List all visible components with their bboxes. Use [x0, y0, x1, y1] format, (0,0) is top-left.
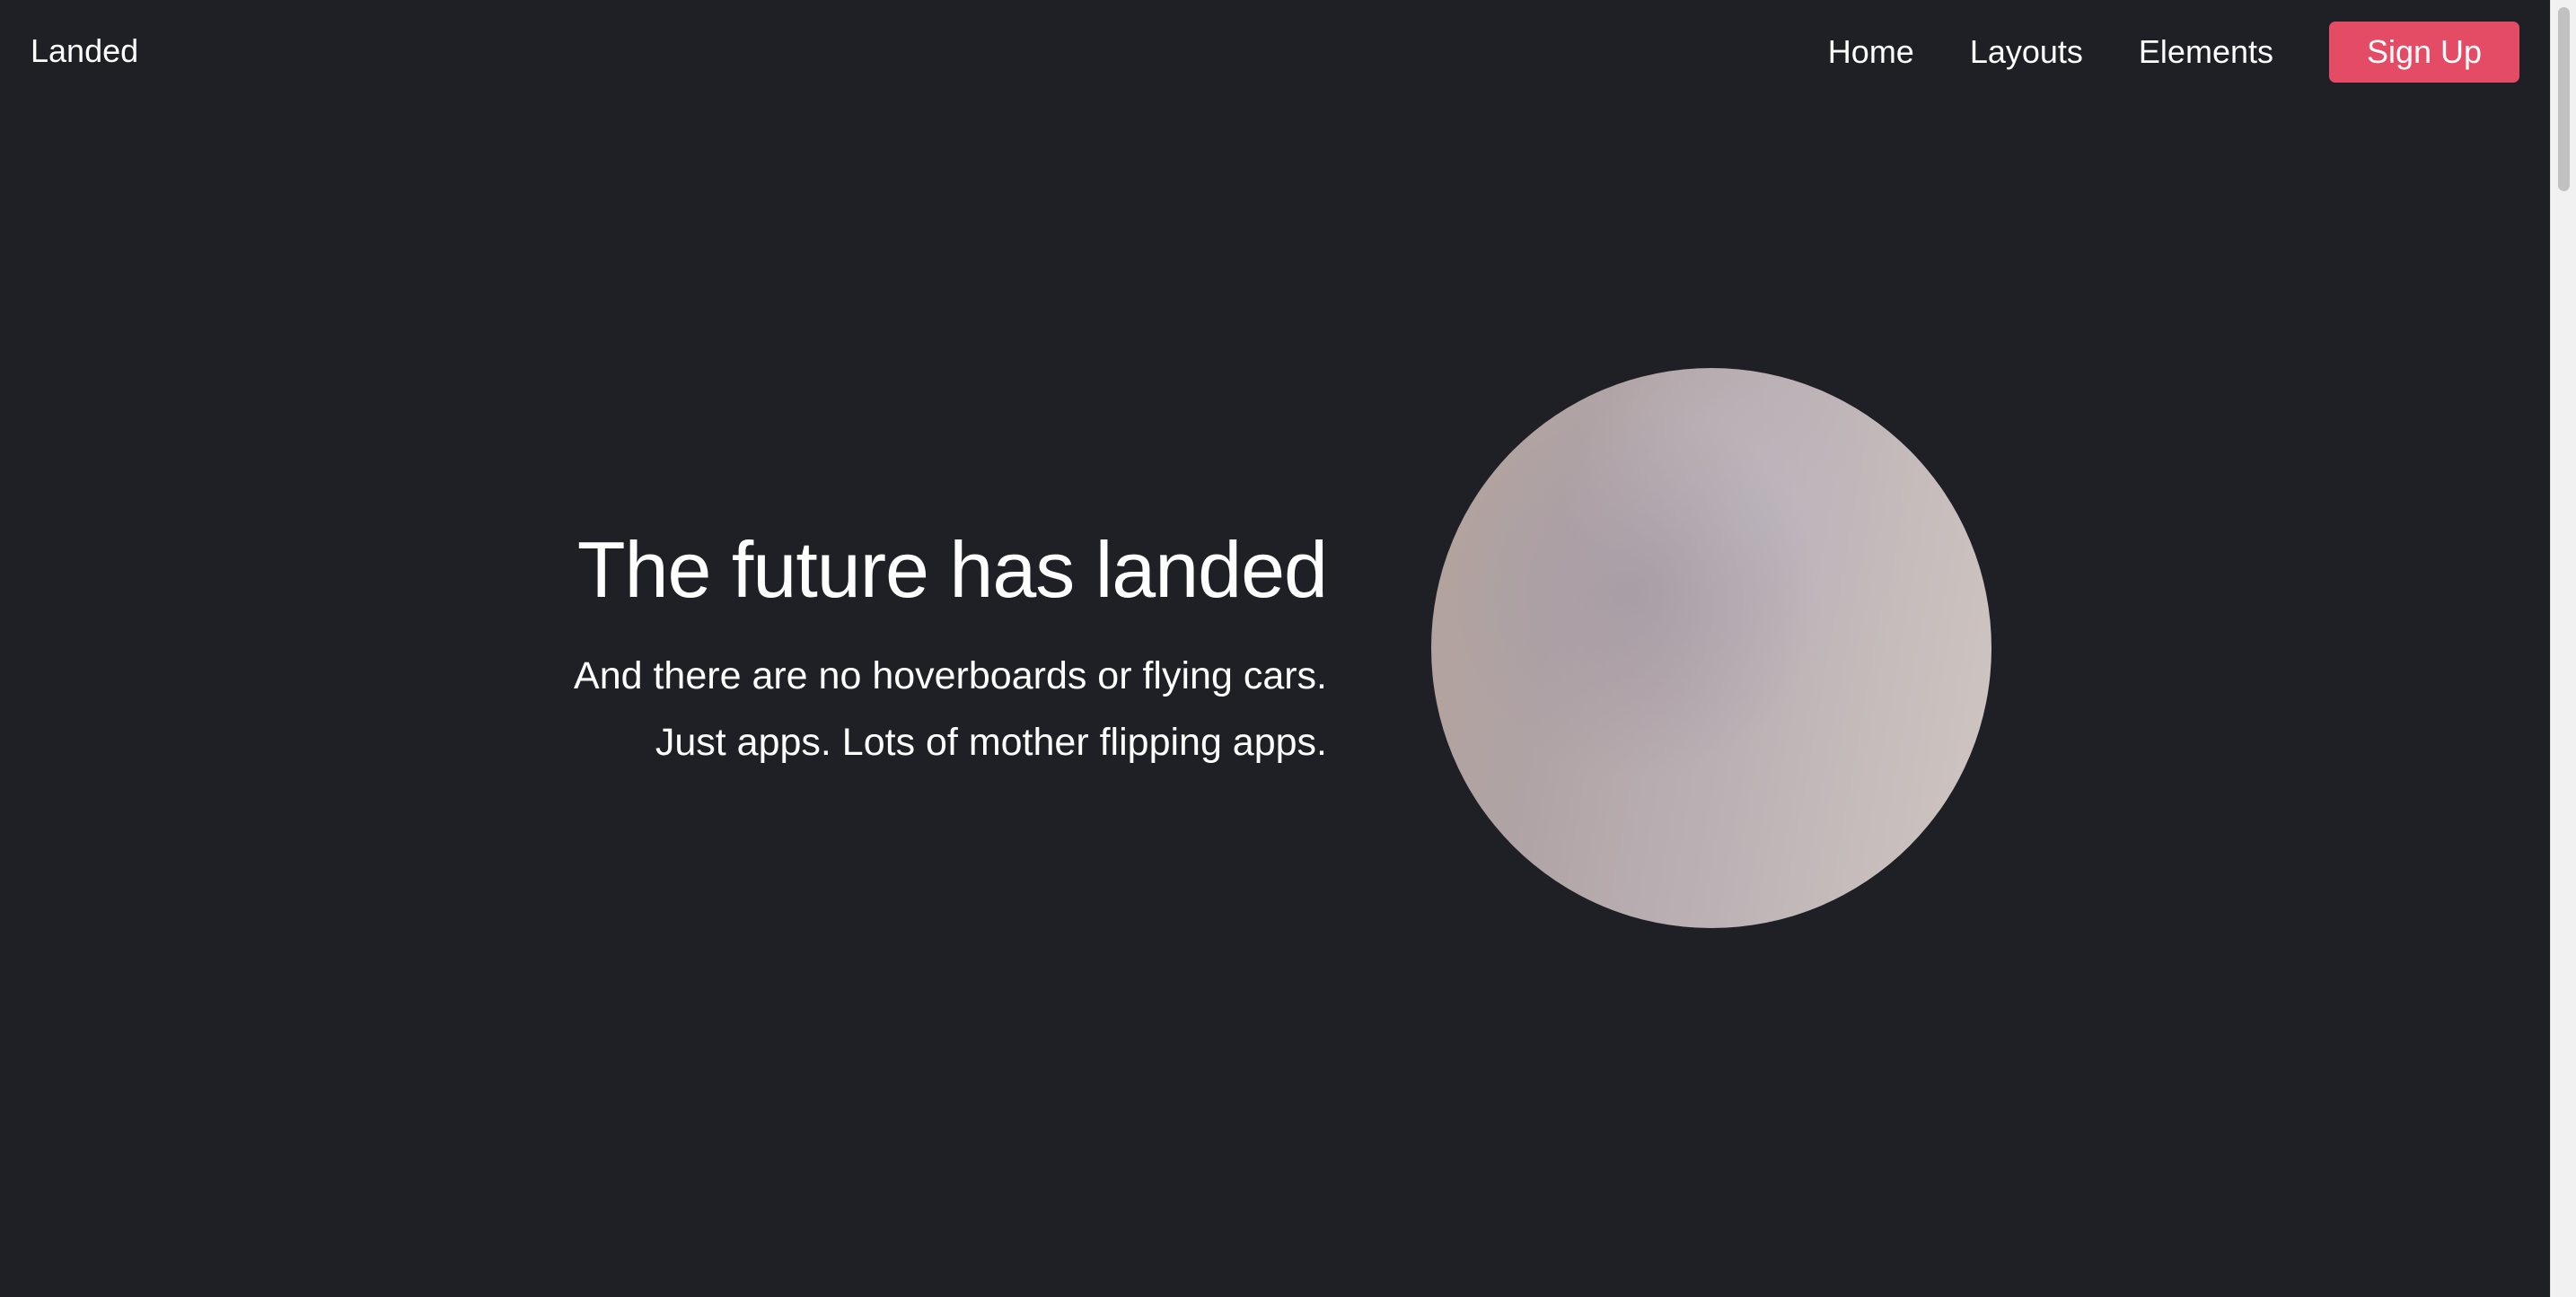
site-header: Landed Home Layouts Elements Sign Up — [0, 0, 2550, 103]
hero-title: The future has landed — [576, 525, 1328, 614]
sign-up-button[interactable]: Sign Up — [2329, 22, 2519, 83]
hero-text: The future has landed And there are no h… — [429, 521, 1328, 776]
main-nav: Home Layouts Elements Sign Up — [1828, 22, 2519, 83]
vertical-scrollbar[interactable] — [2550, 0, 2576, 1297]
hero-subtitle: And there are no hoverboards or flying c… — [429, 643, 1327, 776]
nav-home[interactable]: Home — [1828, 31, 1914, 73]
hero-subtitle-line-2: Just apps. Lots of mother flipping apps. — [655, 721, 1327, 764]
nav-layouts[interactable]: Layouts — [1970, 31, 2083, 73]
hero-subtitle-line-1: And there are no hoverboards or flying c… — [574, 654, 1327, 697]
scrollbar-thumb[interactable] — [2558, 7, 2570, 191]
hero-circle-image — [1431, 368, 1991, 928]
page: Landed Home Layouts Elements Sign Up The… — [0, 0, 2550, 1297]
site-logo[interactable]: Landed — [31, 31, 138, 72]
nav-elements[interactable]: Elements — [2139, 31, 2273, 73]
